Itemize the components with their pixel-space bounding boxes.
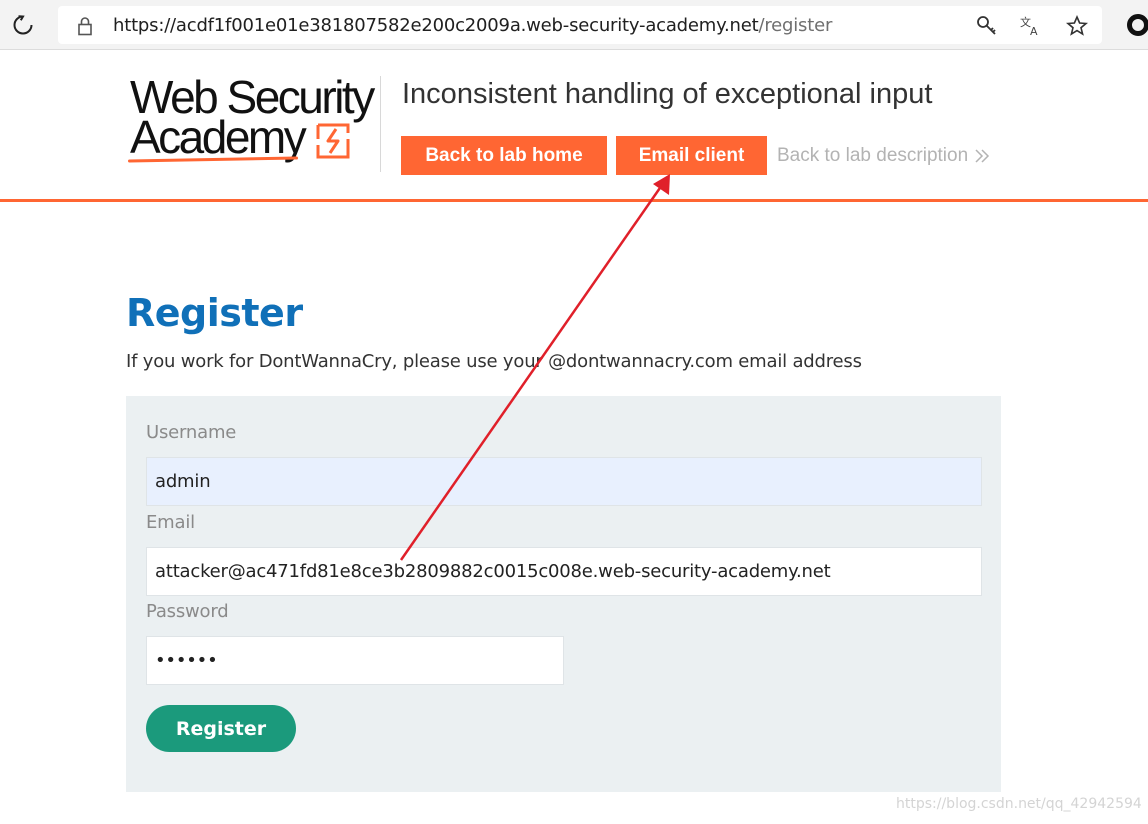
register-button[interactable]: Register	[146, 705, 296, 752]
back-to-lab-home-button[interactable]: Back to lab home	[401, 136, 607, 175]
watermark: https://blog.csdn.net/qq_42942594	[896, 796, 1142, 812]
back-to-lab-description-label: Back to lab description	[777, 145, 969, 166]
profile-icon[interactable]	[1127, 14, 1148, 36]
password-label: Password	[146, 601, 229, 622]
username-label: Username	[146, 422, 237, 443]
password-input[interactable]: ••••••	[146, 636, 564, 685]
username-input[interactable]: admin	[146, 457, 982, 506]
double-chevron-right-icon	[975, 149, 990, 163]
header-divider	[380, 76, 381, 172]
back-to-lab-description-link[interactable]: Back to lab description	[777, 145, 990, 167]
logo-flask-icon	[316, 123, 350, 159]
browser-toolbar: https://acdf1f001e01e381807582e200c2009a…	[0, 0, 1148, 50]
email-client-button[interactable]: Email client	[616, 136, 767, 175]
site-header: Web Security Academy Inconsistent handli…	[0, 50, 1148, 202]
lab-title: Inconsistent handling of exceptional inp…	[402, 78, 933, 110]
email-input[interactable]: attacker@ac471fd81e8ce3b2809882c0015c008…	[146, 547, 982, 596]
url-host: https://acdf1f001e01e381807582e200c2009a…	[113, 15, 759, 36]
svg-text:A: A	[1030, 25, 1038, 38]
key-icon[interactable]	[974, 13, 1000, 39]
star-icon[interactable]	[1064, 13, 1090, 39]
page-title: Register	[126, 291, 303, 335]
url-path: /register	[758, 15, 833, 36]
register-form: Username admin Email attacker@ac471fd81e…	[126, 396, 1001, 792]
register-notice: If you work for DontWannaCry, please use…	[126, 351, 862, 372]
translate-icon[interactable]: 文A	[1018, 13, 1044, 39]
url-text[interactable]: https://acdf1f001e01e381807582e200c2009a…	[113, 15, 832, 36]
lock-icon[interactable]	[74, 15, 96, 37]
web-security-academy-logo[interactable]: Web Security Academy	[127, 74, 380, 166]
email-label: Email	[146, 512, 195, 533]
address-bar[interactable]: https://acdf1f001e01e381807582e200c2009a…	[58, 6, 1102, 44]
logo-text-line2: Academy	[130, 111, 307, 163]
reload-icon[interactable]	[8, 10, 38, 40]
